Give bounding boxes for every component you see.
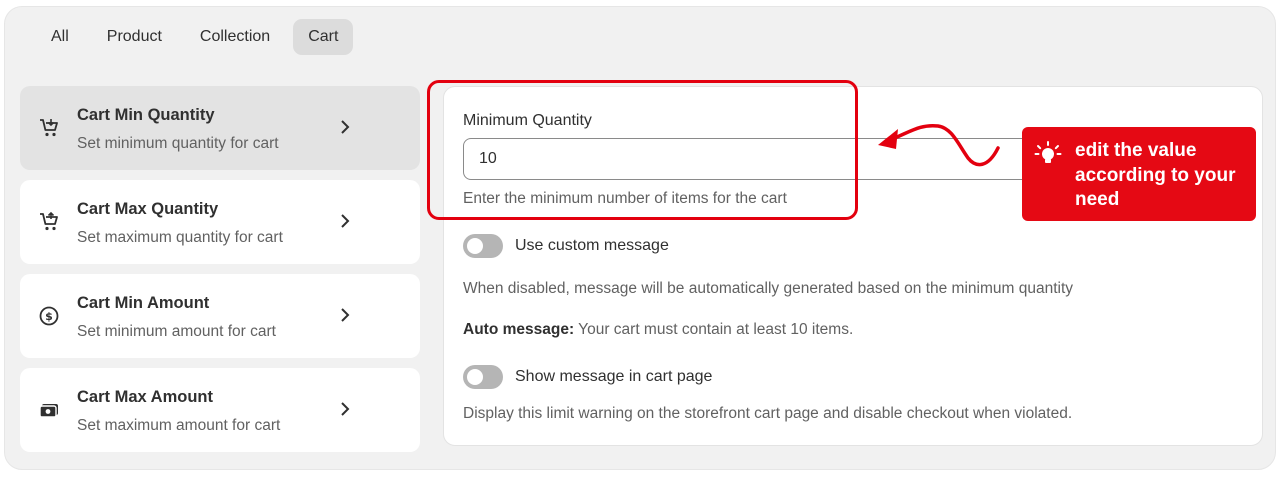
svg-text:$: $ xyxy=(45,310,53,323)
lightbulb-icon xyxy=(1034,141,1062,163)
auto-message-text: Your cart must contain at least 10 items… xyxy=(578,321,854,338)
toggle-knob xyxy=(467,238,483,254)
chevron-right-icon xyxy=(341,402,350,416)
custom-message-toggle[interactable] xyxy=(463,234,503,258)
cash-icon xyxy=(39,404,58,418)
highlight-box xyxy=(427,80,858,220)
sidebar-item-cart-min-quantity[interactable]: Cart Min Quantity Set minimum quantity f… xyxy=(20,86,420,170)
sidebar-item-cart-min-amount[interactable]: $ Cart Min Amount Set minimum amount for… xyxy=(20,274,420,358)
tab-all[interactable]: All xyxy=(36,19,84,55)
show-in-cart-help: Display this limit warning on the storef… xyxy=(463,405,1073,422)
show-in-cart-toggle-row[interactable]: Show message in cart page xyxy=(463,365,712,389)
cart-minus-icon xyxy=(40,119,58,137)
sidebar-item-title: Cart Max Quantity xyxy=(77,200,219,218)
tab-cart[interactable]: Cart xyxy=(293,19,354,55)
dollar-circle-icon: $ xyxy=(39,306,59,326)
curved-arrow-icon xyxy=(878,123,1000,167)
chevron-right-icon xyxy=(341,214,350,228)
chevron-right-icon xyxy=(341,120,350,134)
show-in-cart-toggle[interactable] xyxy=(463,365,503,389)
tab-product[interactable]: Product xyxy=(92,19,177,55)
chevron-right-icon xyxy=(341,308,350,322)
sidebar-item-cart-max-quantity[interactable]: Cart Max Quantity Set maximum quantity f… xyxy=(20,180,420,264)
disabled-help-text: When disabled, message will be automatic… xyxy=(463,280,1074,297)
auto-message: Auto message: Your cart must contain at … xyxy=(463,321,853,339)
custom-message-toggle-row[interactable]: Use custom message xyxy=(463,234,669,258)
sidebar-item-title: Cart Min Quantity xyxy=(77,106,215,124)
cart-plus-icon xyxy=(40,211,58,231)
sidebar-item-desc: Set minimum amount for cart xyxy=(77,323,276,340)
sidebar-item-desc: Set minimum quantity for cart xyxy=(77,135,279,152)
sidebar-item-title: Cart Min Amount xyxy=(77,294,210,312)
sidebar-item-cart-max-amount[interactable]: Cart Max Amount Set maximum amount for c… xyxy=(20,368,420,452)
filter-tabs: All Product Collection Cart xyxy=(36,19,354,55)
auto-message-label: Auto message: xyxy=(463,321,575,338)
sidebar-item-desc: Set maximum amount for cart xyxy=(77,417,281,434)
custom-message-label: Use custom message xyxy=(515,237,669,254)
toggle-knob xyxy=(467,369,483,385)
tip-callout: edit the value according to your need xyxy=(1022,127,1256,221)
callout-text: edit the value according to your need xyxy=(1075,140,1236,210)
show-in-cart-label: Show message in cart page xyxy=(515,368,713,385)
tab-collection[interactable]: Collection xyxy=(185,19,285,55)
sidebar-item-title: Cart Max Amount xyxy=(77,388,213,406)
sidebar-item-desc: Set maximum quantity for cart xyxy=(77,229,283,246)
